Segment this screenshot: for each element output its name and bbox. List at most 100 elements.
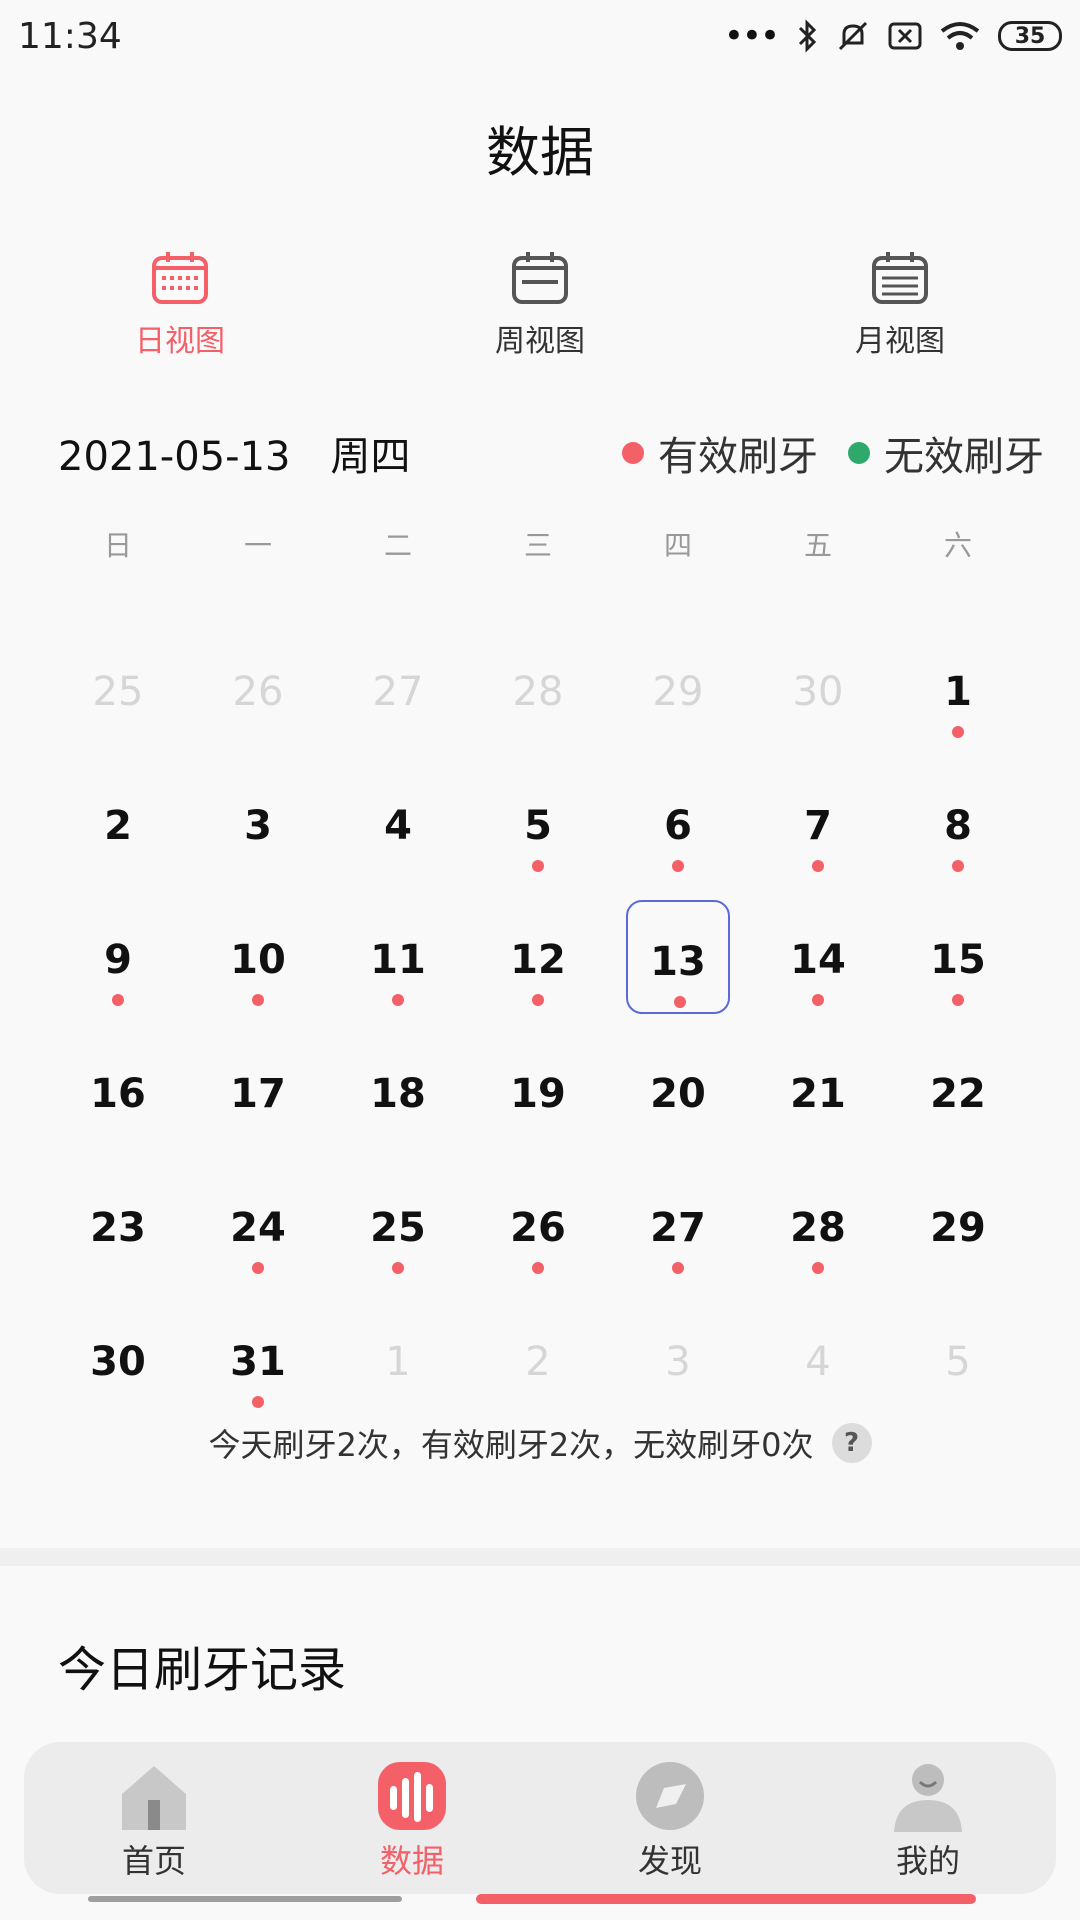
calendar-day[interactable]: 27: [346, 632, 450, 746]
nav-profile[interactable]: 我的: [848, 1760, 1008, 1882]
calendar-day[interactable]: 2: [486, 1302, 590, 1416]
calendar-day[interactable]: 24: [206, 1168, 310, 1282]
calendar-day-number: 3: [244, 803, 272, 849]
calendar-day-number: 1: [944, 669, 972, 715]
bluetooth-icon: [798, 19, 817, 53]
calendar-day[interactable]: 7: [766, 766, 870, 880]
weekday-label: 二: [383, 529, 412, 562]
calendar-day[interactable]: 30: [766, 632, 870, 746]
calendar-day[interactable]: 14: [766, 900, 870, 1014]
calendar-day[interactable]: 3: [206, 766, 310, 880]
calendar-day[interactable]: 31: [206, 1302, 310, 1416]
section-divider: [0, 1548, 1080, 1566]
calendar-day[interactable]: 8: [906, 766, 1010, 880]
valid-brushing-dot: [392, 1262, 404, 1274]
nav-data[interactable]: 数据: [332, 1760, 492, 1882]
calendar-day-number: 27: [650, 1205, 706, 1251]
calendar-day[interactable]: 30: [66, 1302, 170, 1416]
calendar-day[interactable]: 11: [346, 900, 450, 1014]
calendar-day[interactable]: 4: [346, 766, 450, 880]
calendar-day[interactable]: 16: [66, 1034, 170, 1148]
tab-week-view[interactable]: 周视图: [440, 250, 640, 360]
tab-month-view[interactable]: 月视图: [800, 250, 1000, 360]
calendar-day-number: 15: [930, 937, 986, 983]
valid-brushing-dot: [392, 994, 404, 1006]
calendar-day[interactable]: 22: [906, 1034, 1010, 1148]
legend-invalid: 无效刷牙: [848, 424, 1044, 482]
nav-discover-label: 发现: [637, 1842, 702, 1880]
page-title: 数据: [486, 121, 594, 184]
legend-invalid-dot: [848, 442, 870, 464]
status-time: 11:34: [18, 16, 122, 57]
legend-valid: 有效刷牙: [622, 424, 818, 482]
valid-brushing-dot: [252, 994, 264, 1006]
calendar-day[interactable]: 23: [66, 1168, 170, 1282]
calendar-day[interactable]: 19: [486, 1034, 590, 1148]
status-icons: ••• 35: [724, 16, 1062, 56]
calendar-day[interactable]: 29: [906, 1168, 1010, 1282]
calendar-day[interactable]: 6: [626, 766, 730, 880]
weekday-label: 五: [803, 529, 832, 562]
calendar-day[interactable]: 27: [626, 1168, 730, 1282]
wifi-icon: [940, 22, 980, 50]
calendar-day[interactable]: 5: [906, 1302, 1010, 1416]
calendar-day[interactable]: 28: [766, 1168, 870, 1282]
calendar-day[interactable]: 15: [906, 900, 1010, 1014]
calendar-day[interactable]: 1: [906, 632, 1010, 746]
tab-day-view-label: 日视图: [135, 324, 225, 359]
calendar-day-number: 14: [790, 937, 846, 983]
calendar-day[interactable]: 25: [66, 632, 170, 746]
calendar-day[interactable]: 3: [626, 1302, 730, 1416]
nav-profile-label: 我的: [895, 1842, 960, 1880]
calendar-day-number: 13: [650, 939, 706, 985]
summary-text: 今天刷牙2次，有效刷牙2次，无效刷牙0次: [208, 1426, 814, 1464]
legend-valid-label: 有效刷牙: [658, 434, 818, 480]
calendar-day[interactable]: 9: [66, 900, 170, 1014]
calendar-day[interactable]: 25: [346, 1168, 450, 1282]
calendar-day[interactable]: 21: [766, 1034, 870, 1148]
calendar-day-number: 21: [790, 1071, 846, 1117]
current-date: 2021-05-13: [58, 434, 291, 480]
calendar-day[interactable]: 2: [66, 766, 170, 880]
tab-day-view[interactable]: 日视图: [80, 250, 280, 360]
legend: 有效刷牙 无效刷牙: [592, 424, 1044, 482]
calendar-day[interactable]: 5: [486, 766, 590, 880]
tab-week-view-label: 周视图: [495, 324, 585, 359]
calendar-day[interactable]: 26: [206, 632, 310, 746]
calendar-day-number: 26: [232, 669, 284, 715]
help-icon[interactable]: ?: [831, 1423, 872, 1463]
nav-home[interactable]: 首页: [74, 1760, 234, 1882]
valid-brushing-dot: [812, 994, 824, 1006]
valid-brushing-dot: [952, 726, 964, 738]
calendar-day-number: 11: [370, 937, 426, 983]
calendar-day[interactable]: 1: [346, 1302, 450, 1416]
current-weekday: 周四: [330, 434, 411, 480]
weekday-label: 四: [663, 529, 692, 562]
calendar-day[interactable]: 20: [626, 1034, 730, 1148]
calendar-day[interactable]: 4: [766, 1302, 870, 1416]
sim-icon: [888, 22, 922, 50]
calendar-day-number: 27: [372, 669, 424, 715]
calendar-day-number: 26: [510, 1205, 566, 1251]
calendar-day[interactable]: 26: [486, 1168, 590, 1282]
calendar-day-number: 29: [652, 669, 704, 715]
weekday-label: 日: [103, 529, 132, 562]
calendar-day[interactable]: 10: [206, 900, 310, 1014]
calendar-day[interactable]: 18: [346, 1034, 450, 1148]
user-icon: [894, 1764, 962, 1832]
nav-discover[interactable]: 发现: [590, 1760, 750, 1882]
calendar-day-number: 7: [804, 803, 832, 849]
bottom-nav: 首页 数据 发现 我的: [24, 1742, 1056, 1894]
calendar-day-selected[interactable]: 13: [626, 900, 730, 1014]
valid-brushing-dot: [812, 1262, 824, 1274]
calendar-day[interactable]: 29: [626, 632, 730, 746]
calendar-day-number: 6: [664, 803, 692, 849]
calendar-day-number: 5: [945, 1339, 971, 1385]
data-icon: [378, 1762, 446, 1830]
calendar-day-number: 31: [230, 1339, 286, 1385]
calendar-day[interactable]: 12: [486, 900, 590, 1014]
calendar-day[interactable]: 17: [206, 1034, 310, 1148]
calendar-day[interactable]: 28: [486, 632, 590, 746]
brushing-summary: 今天刷牙2次，有效刷牙2次，无效刷牙0次 ?: [0, 1420, 1080, 1466]
calendar-day-number: 30: [792, 669, 844, 715]
